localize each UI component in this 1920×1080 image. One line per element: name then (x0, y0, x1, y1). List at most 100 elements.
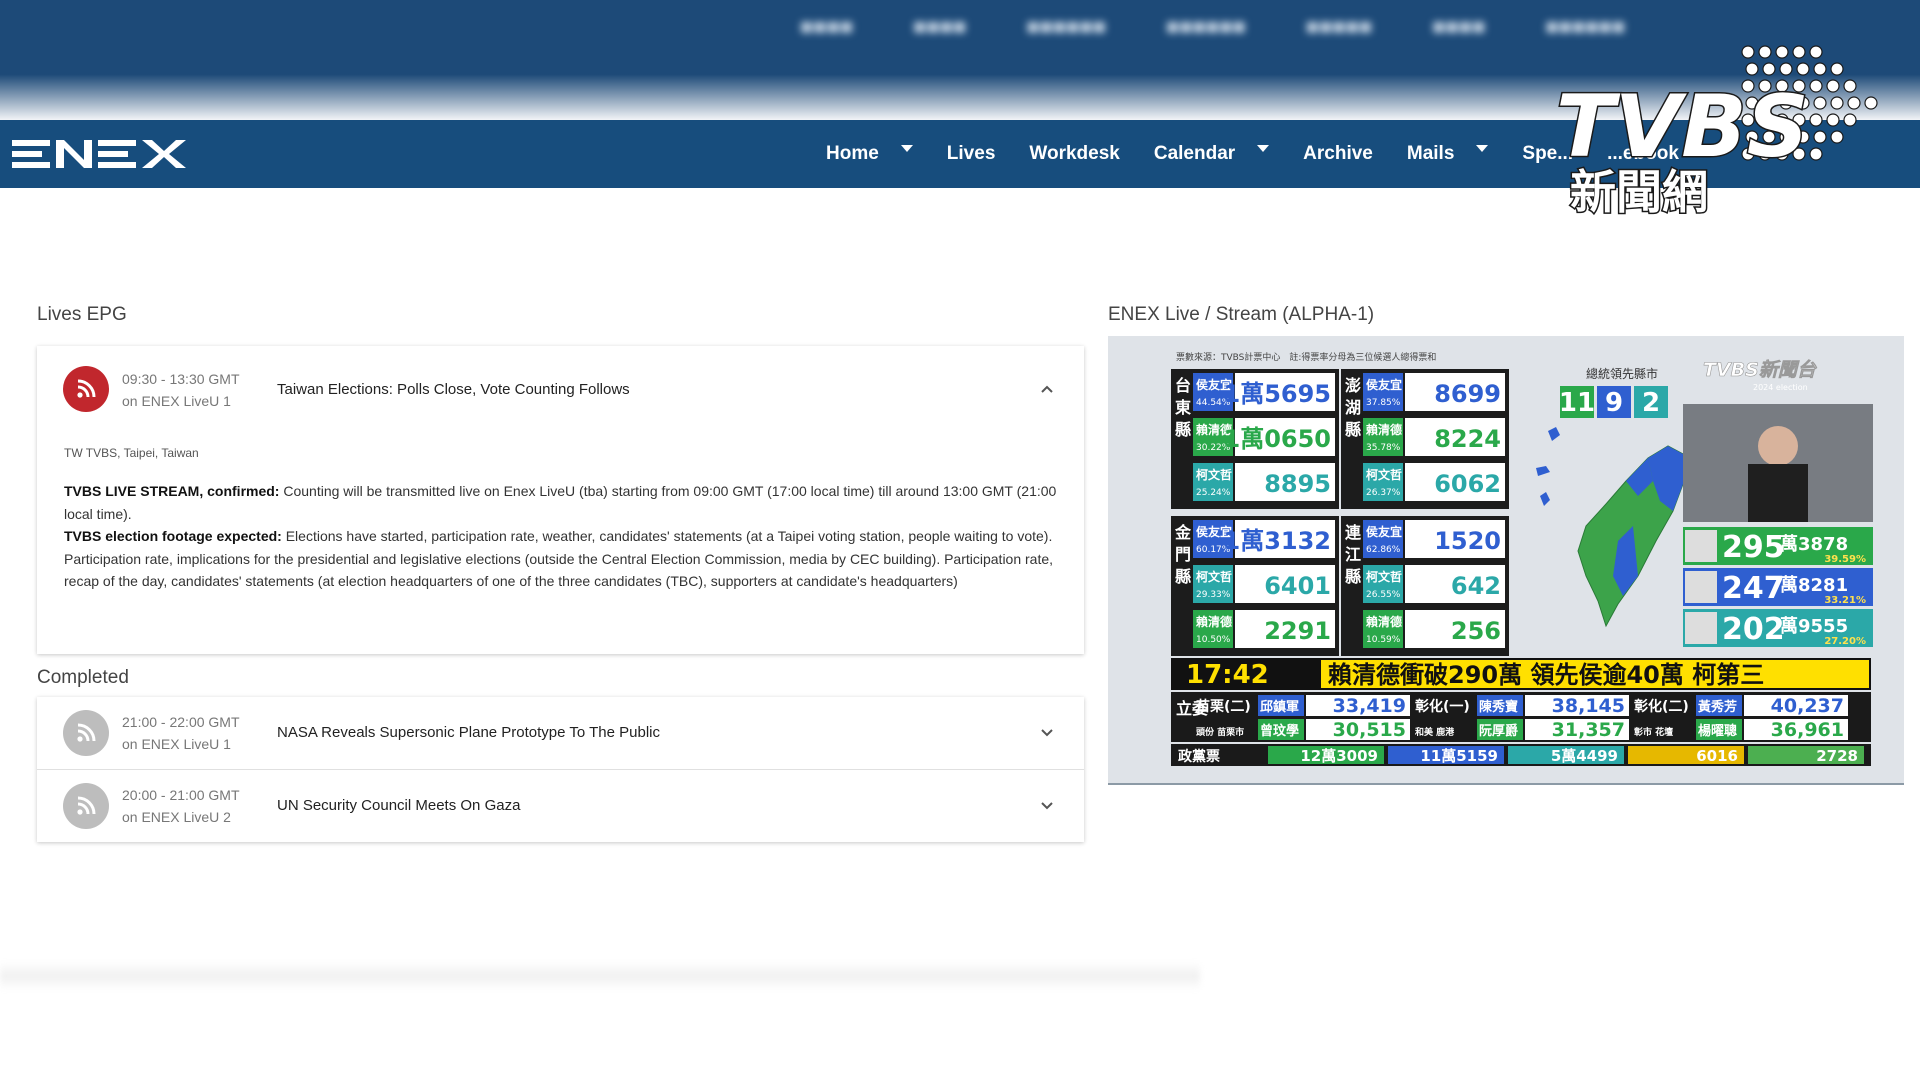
total-votes: 247 (1722, 571, 1785, 606)
watermark-dot (1809, 45, 1823, 59)
total-pct: 39.59% (1824, 554, 1866, 565)
legis-votes: 36,961 (1771, 719, 1844, 741)
county-name-char: 澎 (1345, 376, 1361, 395)
chevron-up-icon[interactable] (1038, 380, 1056, 398)
total-unit: 萬3878 (1780, 534, 1848, 555)
votes-value: 8224 (1434, 425, 1501, 453)
source-note: 票數來源：TVBS計票中心 註:得票率分母為三位候選人總得票和 (1176, 351, 1436, 363)
anchor-body (1748, 464, 1808, 522)
legis-votes: 40,237 (1771, 695, 1844, 717)
candidate-name: 柯文哲 (1366, 569, 1402, 584)
nav-item-label: Workdesk (1029, 143, 1120, 164)
candidate-photo (1685, 612, 1717, 644)
nav-item-archive[interactable]: Archive (1303, 143, 1373, 165)
legis-cand: 曾玟學 (1260, 723, 1299, 739)
chevron-down-icon[interactable] (1038, 797, 1056, 815)
county-name-char: 門 (1175, 545, 1191, 564)
nav-item-label: Archive (1303, 143, 1373, 164)
watermark-dot (1775, 45, 1789, 59)
party-votes: 11萬5159 (1420, 747, 1498, 765)
votes-value: 256 (1451, 617, 1501, 645)
caret-down-icon (1476, 144, 1489, 152)
channel-logo: TVBS新聞台 (1703, 359, 1818, 381)
nav-item-mails[interactable]: Mails (1407, 143, 1489, 165)
candidate-name: 侯友宜 (1366, 377, 1402, 392)
completed-time-block: 21:00 - 22:00 GMT on ENEX LiveU 1 (122, 711, 240, 755)
county-name-char: 湖 (1345, 398, 1361, 417)
votes-value: 1萬0650 (1224, 425, 1332, 453)
completed-row[interactable]: 21:00 - 22:00 GMT on ENEX LiveU 1 NASA R… (37, 697, 1084, 769)
completed-title: UN Security Council Meets On Gaza (277, 797, 521, 814)
watermark-dot (1826, 113, 1840, 127)
votes-value: 1520 (1434, 527, 1501, 555)
legis-votes: 33,419 (1333, 695, 1406, 717)
legis-district: 和美 鹿港 (1414, 726, 1455, 738)
votes-value: 6401 (1264, 572, 1331, 600)
leading-count: 2 (1642, 388, 1660, 418)
live-stream-player[interactable]: 票數來源：TVBS計票中心 註:得票率分母為三位候選人總得票和 TVBS新聞台 20… (1108, 336, 1904, 783)
footer-blur (0, 962, 1200, 990)
nav-item-home[interactable]: Home (826, 143, 913, 165)
completed-time: 21:00 - 22:00 GMT (122, 714, 240, 730)
completed-title: NASA Reveals Supersonic Plane Prototype … (277, 724, 660, 741)
candidate-pct: 25.24% (1196, 488, 1231, 498)
total-votes: 295 (1722, 530, 1785, 565)
votes-value: 2291 (1264, 617, 1331, 645)
epg-details: TW TVBS, Taipei, Taiwan TVBS LIVE STREAM… (37, 432, 1084, 621)
epg-time-block: 09:30 - 13:30 GMT on ENEX LiveU 1 (122, 368, 240, 412)
candidate-pct: 37.85% (1366, 398, 1401, 408)
epg-para2-bold: TVBS election footage expected: (64, 528, 282, 544)
watermark-dot (1779, 62, 1793, 76)
stream-heading: ENEX Live / Stream (ALPHA-1) (1108, 304, 1375, 325)
caret-down-icon (900, 144, 913, 152)
epg-title: Taiwan Elections: Polls Close, Vote Coun… (277, 381, 630, 398)
ticker-time: 17:42 (1186, 660, 1269, 690)
candidate-name: 柯文哲 (1366, 467, 1402, 482)
county-name-char: 江 (1345, 545, 1361, 564)
nav-item-calendar[interactable]: Calendar (1154, 143, 1270, 165)
watermark-dot (1830, 96, 1844, 110)
votes-value: 8895 (1264, 470, 1331, 498)
nav-item-lives[interactable]: Lives (947, 143, 996, 165)
legis-votes: 31,357 (1552, 719, 1625, 741)
watermark-dot (1847, 96, 1861, 110)
tvbs-wordmark: TVBS (1556, 77, 1809, 177)
watermark-dot (1809, 147, 1823, 161)
watermark-dot (1813, 62, 1827, 76)
legis-votes: 30,515 (1333, 719, 1406, 741)
leading-label: 總統領先縣市 (1586, 366, 1658, 381)
completed-row[interactable]: 20:00 - 21:00 GMT on ENEX LiveU 2 UN Sec… (37, 770, 1084, 842)
enex-logo[interactable] (12, 138, 186, 170)
nav-item-label: Home (826, 143, 879, 164)
votes-value: 642 (1451, 572, 1501, 600)
completed-time-block: 20:00 - 21:00 GMT on ENEX LiveU 2 (122, 784, 240, 828)
rss-icon (63, 366, 109, 412)
legis-district: 彰化(一) (1415, 698, 1470, 715)
chevron-down-icon[interactable] (1038, 724, 1056, 742)
completed-channel: on ENEX LiveU 1 (122, 736, 231, 752)
ticker-text: 賴清德衝破290萬 領先侯逾40萬 柯第三 (1328, 661, 1764, 689)
candidate-pct: 26.55% (1366, 590, 1401, 600)
legis-cand: 楊曜聰 (1698, 723, 1737, 739)
candidate-name: 柯文哲 (1196, 467, 1232, 482)
watermark-dot (1796, 62, 1810, 76)
legis-cand: 邱鎮軍 (1260, 699, 1299, 715)
legis-district: 彰市 花壇 (1634, 726, 1673, 738)
county-name-char: 台 (1175, 376, 1191, 395)
epg-channel: on ENEX LiveU 1 (122, 393, 231, 409)
epg-active-card: 09:30 - 13:30 GMT on ENEX LiveU 1 Taiwan… (37, 346, 1084, 654)
rss-icon (63, 783, 109, 829)
votes-value: 6062 (1434, 470, 1501, 498)
legis-district: 頭份 苗栗市 (1196, 726, 1244, 738)
nav-item-label: Lives (946, 143, 996, 164)
candidate-photo (1685, 530, 1717, 562)
watermark-dot (1843, 113, 1857, 127)
epg-active-row[interactable]: 09:30 - 13:30 GMT on ENEX LiveU 1 Taiwan… (37, 346, 1084, 432)
candidate-pct: 26.37% (1366, 488, 1401, 498)
watermark-dot (1813, 130, 1827, 144)
nav-item-workdesk[interactable]: Workdesk (1029, 143, 1119, 165)
tvbs-watermark-logo: TVBS 新聞網 (1555, 45, 1878, 220)
party-label: 政黨票 (1178, 748, 1220, 765)
party-votes: 2728 (1816, 747, 1858, 765)
legis-cand: 陳秀寶 (1479, 699, 1518, 715)
